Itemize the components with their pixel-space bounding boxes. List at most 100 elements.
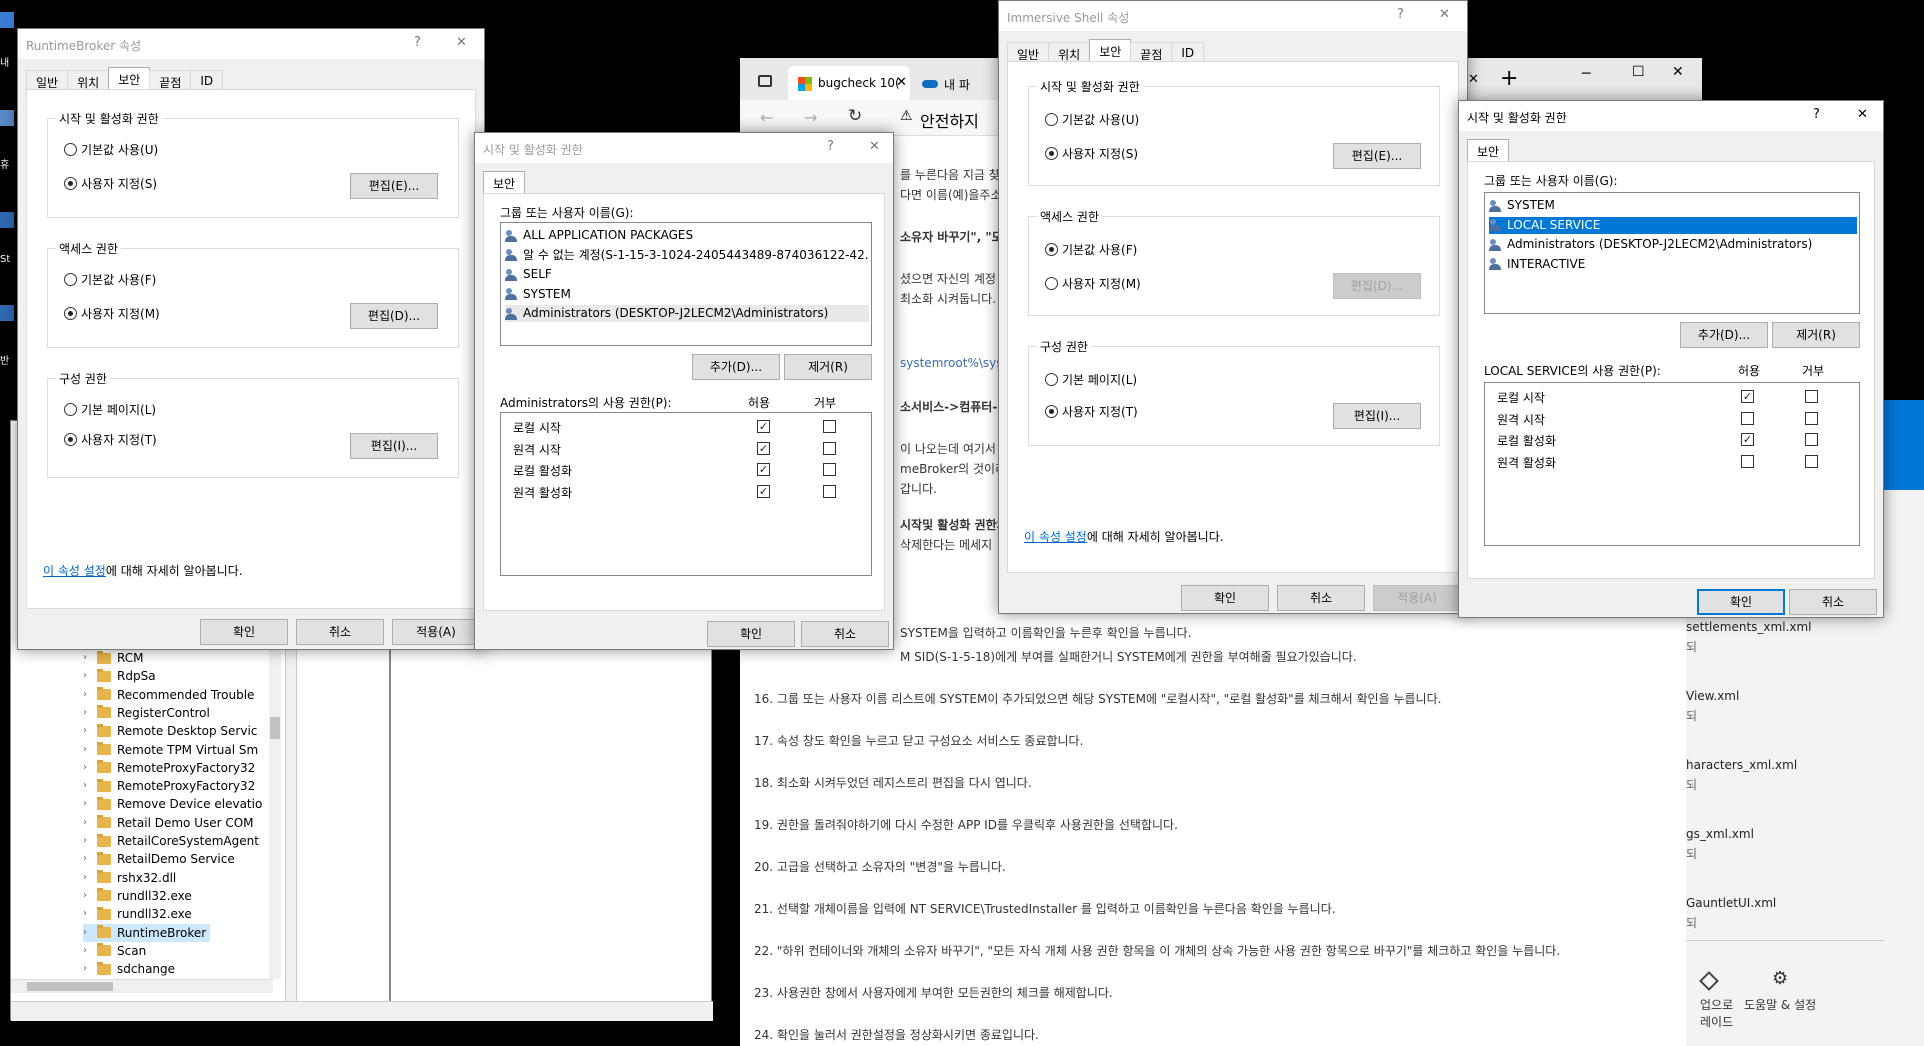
tree-item[interactable]: › Retail Demo User COM <box>83 814 254 832</box>
desktop-icon[interactable] <box>0 12 14 28</box>
ok-button[interactable]: 확인 <box>1697 589 1785 615</box>
access-default-radio[interactable]: 기본값 사용(F) <box>64 271 156 288</box>
deny-checkbox[interactable] <box>823 420 836 433</box>
help-button[interactable]: ? <box>827 139 834 154</box>
forward-icon[interactable]: → <box>804 108 817 127</box>
tab-security[interactable]: 보안 <box>108 67 151 90</box>
user-list-item[interactable]: 알 수 없는 계정(S-1-15-3-1024-2405443489-87403… <box>505 247 869 264</box>
expand-chevron-icon[interactable]: › <box>83 869 91 887</box>
user-list-item[interactable]: LOCAL SERVICE <box>1489 216 1857 234</box>
browser-tab-onedrive[interactable]: 내 파 <box>914 66 994 100</box>
tree-item[interactable]: › RegisterControl <box>83 704 210 722</box>
access-custom-radio[interactable]: 사용자 지정(M) <box>1045 275 1141 292</box>
refresh-icon[interactable]: ↻ <box>848 106 862 126</box>
edit-config-button[interactable]: 편집(I)... <box>1333 403 1421 429</box>
expand-chevron-icon[interactable]: › <box>83 960 91 978</box>
deny-checkbox[interactable] <box>1805 390 1818 403</box>
expand-chevron-icon[interactable]: › <box>83 850 91 868</box>
cancel-button[interactable]: 취소 <box>296 619 384 645</box>
add-button[interactable]: 추가(D)... <box>692 354 780 380</box>
allow-checkbox[interactable] <box>1741 411 1754 425</box>
tree-item[interactable]: › Remote TPM Virtual Sm <box>83 741 258 759</box>
tree-item[interactable]: › Remote Desktop Servic <box>83 722 257 740</box>
config-default-radio[interactable]: 기본 페이지(L) <box>1045 371 1137 388</box>
deny-checkbox[interactable] <box>1805 454 1818 468</box>
tree-item[interactable]: › RdpSa <box>83 667 156 685</box>
user-list-item[interactable]: SYSTEM <box>505 286 869 303</box>
tab-security[interactable]: 보안 <box>1467 139 1510 162</box>
tree-item[interactable]: › RetailDemo Service <box>83 850 235 868</box>
tab-general[interactable]: 일반 <box>1007 42 1050 62</box>
tree-item[interactable]: › Recommended Trouble <box>83 686 254 704</box>
tree-item[interactable]: › Remove Device elevatio <box>83 795 262 813</box>
upgrade-icon[interactable] <box>1699 971 1719 991</box>
tree-item[interactable]: › RemoteProxyFactory32 <box>83 777 255 795</box>
file-item[interactable]: gs_xml.xml <box>1686 827 1754 841</box>
tree-hscroll-thumb[interactable] <box>27 982 113 991</box>
launch-default-radio[interactable]: 기본값 사용(U) <box>1045 111 1139 128</box>
remove-button[interactable]: 제거(R) <box>784 354 872 380</box>
expand-chevron-icon[interactable]: › <box>83 887 91 905</box>
upgrade-label[interactable]: 업으로 레이드 <box>1700 996 1733 1030</box>
deny-checkbox[interactable] <box>823 484 836 498</box>
close-button[interactable]: ✕ <box>869 139 880 154</box>
tree-item[interactable]: › rundll32.exe <box>83 887 192 905</box>
cancel-button[interactable]: 취소 <box>1277 585 1365 611</box>
desktop-icon[interactable] <box>0 110 14 126</box>
expand-chevron-icon[interactable]: › <box>83 649 91 667</box>
access-default-radio[interactable]: 기본값 사용(F) <box>1045 241 1137 258</box>
tree-item[interactable]: › Scan <box>83 942 146 960</box>
help-button[interactable]: ? <box>414 35 421 50</box>
tab-actions-icon[interactable] <box>758 75 772 87</box>
expand-chevron-icon[interactable]: › <box>83 924 91 942</box>
help-button[interactable]: ? <box>1397 7 1404 22</box>
expand-chevron-icon[interactable]: › <box>83 832 91 850</box>
tab-security[interactable]: 보안 <box>1089 39 1132 62</box>
expand-chevron-icon[interactable]: › <box>83 795 91 813</box>
allow-checkbox[interactable]: ✓ <box>757 441 770 455</box>
tree-item[interactable]: › RetailCoreSystemAgent <box>83 832 259 850</box>
expand-chevron-icon[interactable]: › <box>83 741 91 759</box>
launch-custom-radio[interactable]: 사용자 지정(S) <box>64 175 157 192</box>
new-tab-button[interactable]: + <box>1500 66 1518 91</box>
edit-config-button[interactable]: 편집(I)... <box>350 433 438 459</box>
minimize-icon[interactable]: ─ <box>1582 66 1590 82</box>
user-list-item[interactable]: SYSTEM <box>1489 197 1857 214</box>
file-item[interactable]: View.xml <box>1686 689 1739 703</box>
expand-chevron-icon[interactable]: › <box>83 814 91 832</box>
settings-gear-icon[interactable]: ⚙ <box>1772 968 1788 989</box>
desktop-icon[interactable] <box>0 305 14 321</box>
allow-checkbox[interactable]: ✓ <box>1741 433 1754 446</box>
users-listbox[interactable]: ALL APPLICATION PACKAGES 알 수 없는 계정(S-1-15… <box>500 222 872 346</box>
expand-chevron-icon[interactable]: › <box>83 704 91 722</box>
help-settings-label[interactable]: 도움말 & 설정 <box>1744 996 1816 1013</box>
user-list-item[interactable]: ALL APPLICATION PACKAGES <box>505 227 869 244</box>
add-button[interactable]: 추가(D)... <box>1680 322 1768 348</box>
tree-item[interactable]: › RCM <box>83 649 143 667</box>
users-listbox[interactable]: SYSTEM LOCAL SERVICE Administrators (DESKT… <box>1484 192 1860 314</box>
edit-launch-button[interactable]: 편집(E)... <box>1333 143 1421 169</box>
config-custom-radio[interactable]: 사용자 지정(T) <box>64 431 157 448</box>
access-custom-radio[interactable]: 사용자 지정(M) <box>64 305 160 322</box>
tree-vscrollbar[interactable] <box>269 649 281 979</box>
tab-id[interactable]: ID <box>190 70 224 90</box>
tab-endpoints[interactable]: 끝점 <box>1130 42 1173 62</box>
maximize-icon[interactable]: ☐ <box>1632 64 1645 80</box>
file-item[interactable]: haracters_xml.xml <box>1686 758 1797 772</box>
close-button[interactable]: ✕ <box>456 35 467 50</box>
edit-access-button[interactable]: 편집(D)... <box>350 303 438 329</box>
expand-chevron-icon[interactable]: › <box>83 777 91 795</box>
config-custom-radio[interactable]: 사용자 지정(T) <box>1045 403 1138 420</box>
allow-checkbox[interactable]: ✓ <box>757 420 770 433</box>
deny-checkbox[interactable] <box>823 463 836 476</box>
user-list-item[interactable]: Administrators (DESKTOP-J2LECM2\Administ… <box>505 305 869 322</box>
expand-chevron-icon[interactable]: › <box>83 905 91 923</box>
tree-item[interactable]: › RemoteProxyFactory32 <box>83 759 255 777</box>
file-item[interactable]: settlements_xml.xml <box>1686 620 1811 634</box>
tree-vscroll-thumb[interactable] <box>270 717 280 739</box>
deny-checkbox[interactable] <box>1805 411 1818 425</box>
allow-checkbox[interactable] <box>1741 454 1754 468</box>
tab-security[interactable]: 보안 <box>483 171 526 194</box>
tab-location[interactable]: 위치 <box>1048 42 1091 62</box>
ok-button[interactable]: 확인 <box>1181 585 1269 611</box>
